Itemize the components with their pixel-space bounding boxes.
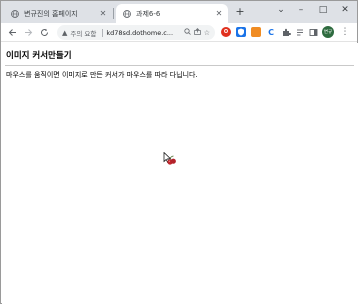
minimize-button[interactable]: – xyxy=(293,3,309,17)
url-text: kd78sd.dothome.c... xyxy=(106,28,174,37)
tab-title: 변규진의 홈페이지 xyxy=(24,9,78,18)
divider xyxy=(5,65,354,66)
search-icon[interactable] xyxy=(184,28,191,37)
back-icon[interactable] xyxy=(6,26,18,38)
tab-title: 과제6-6 xyxy=(136,9,161,18)
side-panel-icon[interactable] xyxy=(308,27,318,37)
globe-icon xyxy=(11,9,19,18)
maximize-button[interactable]: □ xyxy=(315,3,331,17)
browser-window: 변규진의 홈페이지 ✕ 과제6-6 ✕ + ⌄ – □ ✕ ▲ 주의 요함 kd… xyxy=(0,0,358,304)
address-bar[interactable]: ▲ 주의 요함 kd78sd.dothome.c... ☆ xyxy=(57,25,215,40)
divider xyxy=(102,28,104,37)
c-extension-icon[interactable]: C xyxy=(266,27,276,37)
close-window-button[interactable]: ✕ xyxy=(337,3,353,17)
shield-extension-icon[interactable] xyxy=(236,27,246,37)
kebab-menu-icon[interactable]: ⋮ xyxy=(341,26,350,38)
forward-icon[interactable] xyxy=(22,26,34,38)
tab-homepage[interactable]: 변규진의 홈페이지 ✕ xyxy=(4,4,112,23)
close-tab-icon[interactable]: ✕ xyxy=(98,9,108,19)
browser-toolbar: ▲ 주의 요함 kd78sd.dothome.c... ☆ O C 변규 ⋮ xyxy=(1,23,357,42)
bookmark-star-icon[interactable]: ☆ xyxy=(204,29,210,37)
security-label: 주의 요함 xyxy=(70,29,97,38)
reading-list-icon[interactable] xyxy=(295,27,305,37)
opera-extension-icon[interactable]: O xyxy=(221,27,231,37)
puzzle-extensions-icon[interactable] xyxy=(281,27,291,37)
tab-strip: 변규진의 홈페이지 ✕ 과제6-6 ✕ + ⌄ – □ ✕ xyxy=(1,1,357,23)
tab-separator xyxy=(113,8,114,19)
avatar[interactable]: 변규 xyxy=(322,26,334,38)
extension-badge-icon[interactable] xyxy=(251,27,261,37)
share-icon[interactable] xyxy=(193,28,201,37)
page-content: 이미지 커서만들기 마우스를 움직이면 이미지로 만든 커서가 마우스를 따라 … xyxy=(2,43,358,304)
reload-icon[interactable] xyxy=(38,26,50,38)
close-tab-icon[interactable]: ✕ xyxy=(214,9,224,19)
cherry-cursor-icon xyxy=(163,151,177,165)
new-tab-button[interactable]: + xyxy=(234,6,246,18)
page-title: 이미지 커서만들기 xyxy=(6,51,72,61)
page-description: 마우스를 움직이면 이미지로 만든 커서가 마우스를 따라 다닙니다. xyxy=(6,71,198,79)
tab-search-icon[interactable]: ⌄ xyxy=(273,3,289,17)
warning-icon: ▲ xyxy=(62,28,68,37)
globe-icon xyxy=(123,9,131,18)
tab-assignment[interactable]: 과제6-6 ✕ xyxy=(116,4,228,23)
